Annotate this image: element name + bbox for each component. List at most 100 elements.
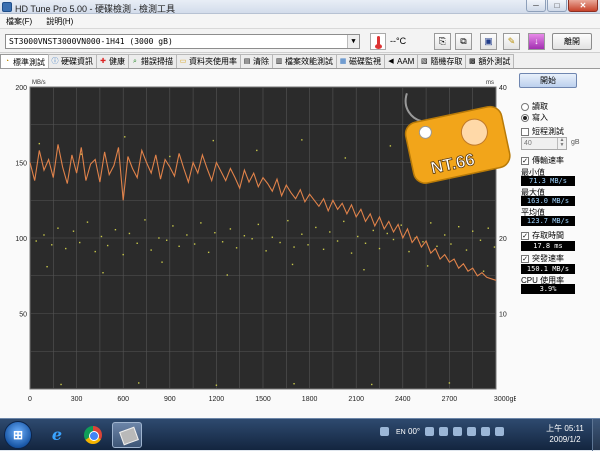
drive-select[interactable]: ST3000VNST3000VN000-1H41 (3000 gB) ▼ xyxy=(5,34,360,49)
copy-screenshot-icon[interactable]: ⧉ xyxy=(455,33,472,50)
tab-info[interactable]: ⓘ 硬碟資訊 xyxy=(48,54,97,68)
read-radio[interactable]: 讀取 xyxy=(521,101,548,112)
clock-date: 2009/1/2 xyxy=(549,435,581,444)
tab-disk-monitor[interactable]: ▦ 磁碟監視 xyxy=(336,54,385,68)
tab-extra-tests[interactable]: ▩ 額外測試 xyxy=(465,54,515,68)
tab-folder-usage[interactable]: ▭ 資料夾使用率 xyxy=(176,54,241,68)
extra-icon: ▩ xyxy=(469,57,476,65)
tab-label: 額外測試 xyxy=(478,57,511,66)
ie-icon[interactable]: e xyxy=(42,422,72,448)
access-time-point xyxy=(172,225,174,227)
tab-aam[interactable]: ◀ AAM xyxy=(384,54,419,68)
minimize-button[interactable]: ─ xyxy=(526,0,546,12)
x-tick-label: 2700 xyxy=(442,396,458,403)
access-time-point xyxy=(408,250,410,253)
min-value: 71.3 MB/s xyxy=(521,176,575,186)
access-time-point xyxy=(158,237,160,239)
exit-button[interactable]: 離開 xyxy=(552,33,592,50)
tray-icon[interactable] xyxy=(425,427,435,436)
windows-orb-icon[interactable]: ⊞ xyxy=(4,421,32,449)
tab-label: 檔案效能測試 xyxy=(285,57,333,66)
app-window: HD Tune Pro 5.00 - 硬碟檢測 - 檢測工具 ─ □ ✕ 檔案(… xyxy=(0,0,600,418)
info-icon: ⓘ xyxy=(51,57,59,65)
tab-erase[interactable]: ▤ 清除 xyxy=(240,54,273,68)
burst-rate-checkbox[interactable]: ✓ 突發速率 xyxy=(521,253,564,264)
tab-label: 標準測試 xyxy=(13,57,45,67)
title-bar[interactable]: HD Tune Pro 5.00 - 硬碟檢測 - 檢測工具 ─ □ ✕ xyxy=(0,0,600,14)
access-time-point xyxy=(458,225,460,228)
tray-icon[interactable] xyxy=(495,427,505,436)
tray-icon[interactable] xyxy=(380,427,389,436)
short-test-unit: gB xyxy=(571,139,580,146)
access-time-point xyxy=(214,232,216,234)
x-tick-label: 1800 xyxy=(302,396,318,403)
show-desktop-button[interactable] xyxy=(592,419,600,451)
tab-random-access[interactable]: ▧ 隨機存取 xyxy=(417,54,467,68)
access-time-point xyxy=(426,265,429,267)
maximize-button[interactable]: □ xyxy=(547,0,567,12)
access-time-checkbox[interactable]: ✓ 存取時間 xyxy=(521,230,564,241)
menu-file[interactable]: 檔案(F) xyxy=(6,16,32,27)
short-test-checkbox[interactable]: 短程測試 xyxy=(521,126,564,137)
tab-label: 隨機存取 xyxy=(430,57,463,66)
access-time-point xyxy=(279,241,281,244)
monitor-icon: ▦ xyxy=(339,57,347,65)
access-time-point xyxy=(307,244,309,246)
tab-label: 硬碟資訊 xyxy=(61,57,93,66)
spin-arrows-icon[interactable]: ▲ ▼ xyxy=(557,138,566,149)
save-icon[interactable]: ▣ xyxy=(480,33,497,50)
checkbox-box xyxy=(521,127,529,136)
folder-icon: ▭ xyxy=(179,57,187,65)
short-test-size-input[interactable]: 40 ▲ ▼ xyxy=(521,137,567,150)
burst-rate-value: 150.1 MB/s xyxy=(521,264,575,274)
access-time-point xyxy=(72,230,75,232)
thermometer-icon xyxy=(370,33,386,50)
x-tick-label: 0 xyxy=(28,396,32,403)
chevron-down-icon[interactable]: ▼ xyxy=(347,35,359,48)
short-test-size-value: 40 xyxy=(524,140,532,147)
checkmark-icon: ✓ xyxy=(521,254,529,263)
access-time-point xyxy=(287,219,289,222)
network-icon[interactable] xyxy=(467,427,477,436)
x-tick-label: 300 xyxy=(71,396,83,403)
temperature-readout: --°C xyxy=(390,36,407,46)
access-time-point xyxy=(106,244,109,247)
tab-benchmark[interactable]: ◔ 標準測試 xyxy=(0,54,49,69)
hdtune-icon[interactable] xyxy=(112,422,142,448)
access-time-point xyxy=(46,265,48,268)
write-radio[interactable]: 寫入 xyxy=(521,112,548,123)
tab-health[interactable]: ✚ 健康 xyxy=(96,54,129,68)
access-time-point xyxy=(378,247,381,250)
tray-temperature: 00° xyxy=(408,427,421,436)
volume-icon[interactable] xyxy=(481,427,491,436)
access-time-point xyxy=(257,223,260,226)
input-language[interactable]: EN xyxy=(396,429,406,436)
access-time-point xyxy=(357,235,359,238)
copy-text-icon[interactable]: ⎘ xyxy=(434,33,451,50)
tab-label: 清除 xyxy=(253,57,269,66)
access-time-point xyxy=(114,228,117,231)
chrome-icon[interactable] xyxy=(78,422,108,448)
menu-help[interactable]: 說明(H) xyxy=(46,16,73,27)
tray-icon[interactable] xyxy=(439,427,449,436)
tab-error-scan[interactable]: ⌕ 錯誤掃描 xyxy=(128,54,177,68)
start-button[interactable]: 開始 xyxy=(519,73,577,88)
tab-file-benchmark[interactable]: ▥ 檔案效能測試 xyxy=(272,54,337,68)
y-tick-label-left: 150 xyxy=(15,161,27,168)
access-time-point xyxy=(265,250,267,252)
access-time-point xyxy=(322,248,325,251)
y-tick-label-right: 40 xyxy=(499,85,507,92)
scan-icon: ⌕ xyxy=(133,57,137,65)
checkmark-icon: ✓ xyxy=(521,231,529,240)
download-icon[interactable]: ↓ xyxy=(528,33,545,50)
close-button[interactable]: ✕ xyxy=(568,0,598,12)
transfer-rate-checkbox[interactable]: ✓ 傳輸速率 xyxy=(521,155,564,166)
y-tick-label-right: 10 xyxy=(499,312,507,319)
system-clock[interactable]: 上午 05:11 2009/1/2 xyxy=(540,423,590,445)
health-icon: ✚ xyxy=(100,57,106,65)
access-time-point xyxy=(65,247,67,250)
menu-bar: 檔案(F) 說明(H) xyxy=(0,14,600,28)
tray-icon[interactable] xyxy=(453,427,463,436)
options-icon[interactable]: ✎ xyxy=(503,33,520,50)
short-test-label: 短程測試 xyxy=(532,127,564,136)
